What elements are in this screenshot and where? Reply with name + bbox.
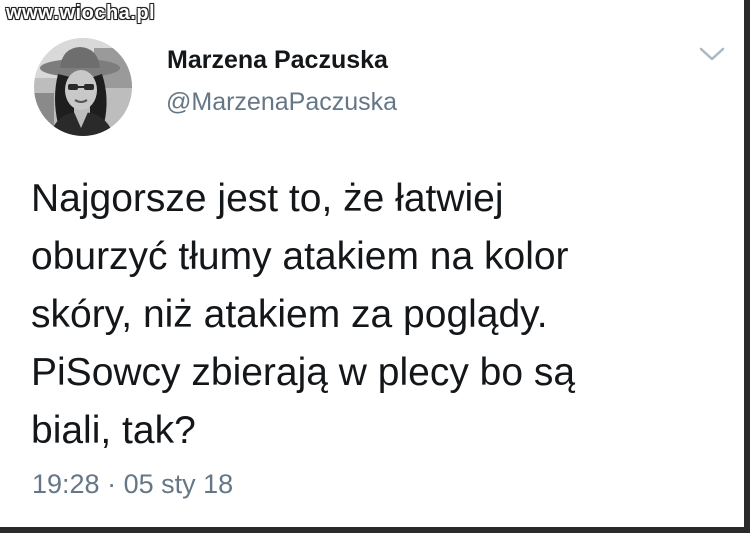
profile-photo-icon	[34, 38, 132, 136]
author-display-name[interactable]: Marzena Paczuska	[167, 46, 388, 75]
tweet-time: 19:28	[32, 469, 100, 499]
frame-border-bottom	[0, 527, 750, 533]
author-handle[interactable]: @MarzenaPaczuska	[166, 88, 397, 117]
tweet-line: skóry, niż atakiem za poglądy.	[31, 293, 548, 336]
tweet-line: Najgorsze jest to, że łatwiej	[31, 177, 504, 220]
chevron-down-icon[interactable]	[698, 44, 726, 64]
tweet-timestamp[interactable]: 19:28 · 05 sty 18	[32, 469, 233, 500]
avatar[interactable]	[34, 38, 132, 136]
frame-border-right	[744, 0, 750, 533]
tweet-date: 05 sty 18	[123, 469, 234, 499]
site-watermark: www.wiocha.pl	[6, 2, 156, 24]
tweet-line: PiSowcy zbierają w plecy bo są	[31, 351, 576, 394]
tweet-text: Najgorsze jest to, że łatwiej oburzyć tł…	[31, 170, 731, 460]
tweet-line: oburzyć tłumy atakiem na kolor	[31, 235, 569, 278]
meta-separator: ·	[107, 469, 117, 499]
tweet-line: biali, tak?	[31, 409, 196, 452]
